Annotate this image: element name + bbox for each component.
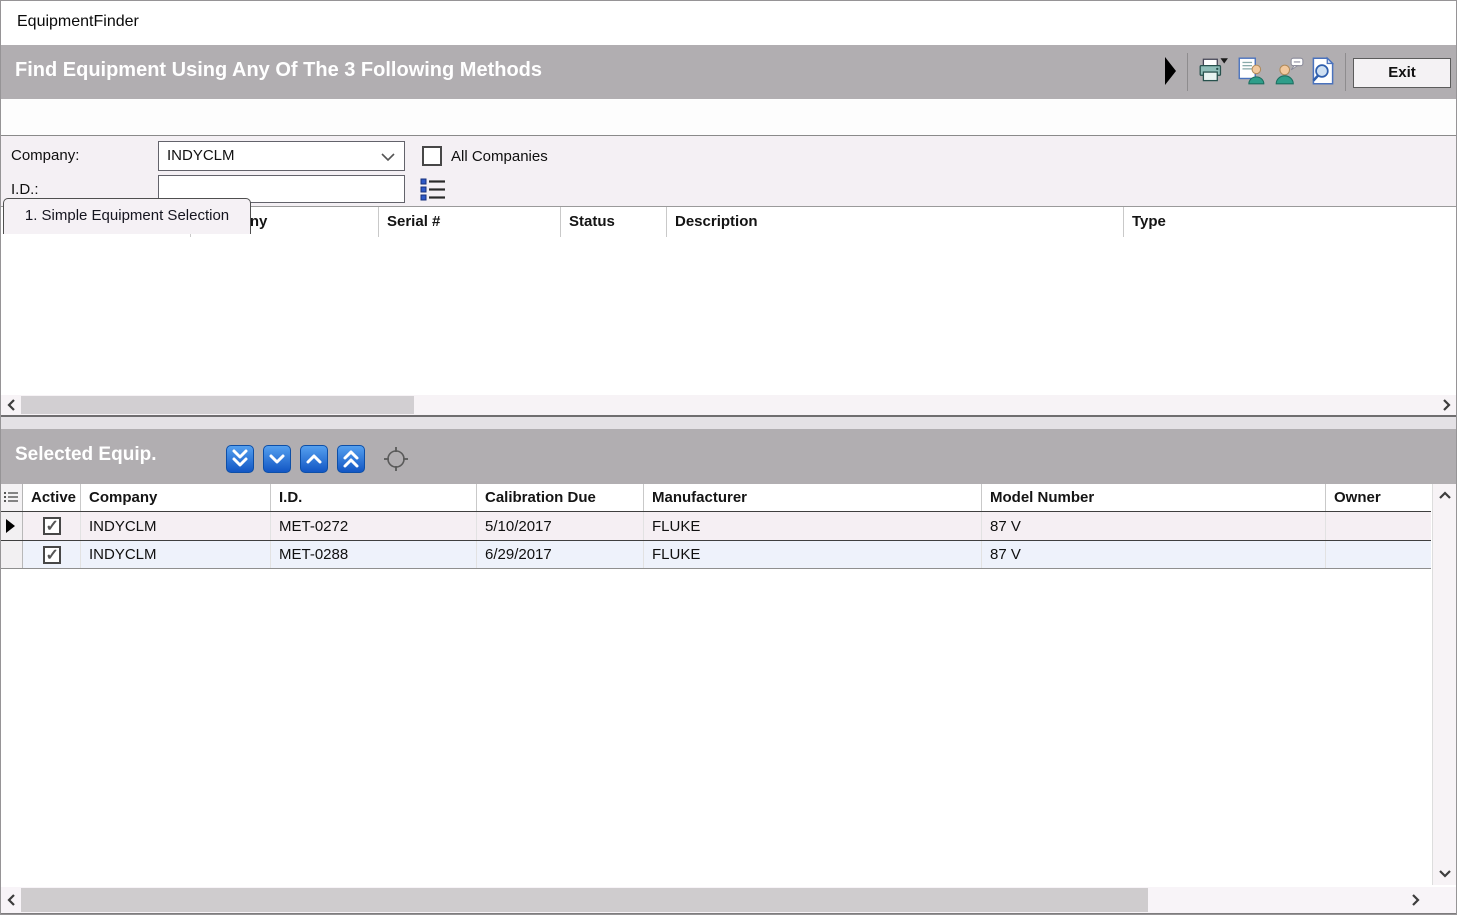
all-companies-checkbox[interactable] (422, 146, 442, 166)
company-label: Company: (11, 147, 79, 164)
cell-manufacturer: FLUKE (644, 512, 982, 540)
crosshair-icon (383, 446, 409, 472)
move-all-down-button[interactable] (226, 445, 254, 473)
toolbar-separator (1345, 53, 1346, 91)
person-speech-icon (1273, 55, 1305, 87)
selected-column-manufacturer[interactable]: Manufacturer (644, 484, 982, 512)
equipment-finder-window: EquipmentFinder Find Equipment Using Any… (0, 0, 1457, 915)
person-query-button[interactable] (1273, 55, 1305, 89)
cell-owner (1326, 512, 1431, 540)
cell-owner (1326, 541, 1431, 568)
row-selector-header (1, 484, 23, 512)
double-chevron-up-icon (338, 446, 364, 472)
scroll-up-button[interactable] (1437, 488, 1453, 504)
selected-equip-bar: Selected Equip. (1, 429, 1456, 484)
chevron-down-icon (381, 153, 395, 162)
cell-manufacturer: FLUKE (644, 541, 982, 568)
chevron-up-icon (301, 446, 327, 472)
toolbar-separator (1187, 53, 1188, 91)
cell-company: INDYCLM (81, 541, 271, 568)
scroll-right-button[interactable] (1438, 397, 1454, 413)
active-checkbox[interactable] (43, 546, 61, 564)
cell-id: MET-0288 (271, 541, 477, 568)
scrollbar-corner (1429, 887, 1456, 913)
selected-column-calibration-due[interactable]: Calibration Due (477, 484, 644, 512)
results-column-type[interactable]: Type (1124, 207, 1456, 237)
row-selector-gutter[interactable] (1, 512, 23, 540)
table-row[interactable]: INDYCLM MET-0272 5/10/2017 FLUKE 87 V (1, 511, 1431, 541)
results-column-serial[interactable]: Serial # (379, 207, 561, 237)
results-column-status[interactable]: Status (561, 207, 667, 237)
move-down-button[interactable] (263, 445, 291, 473)
row-list-icon (4, 491, 18, 505)
cell-model-number: 87 V (982, 512, 1326, 540)
locate-button[interactable] (383, 446, 409, 472)
id-browse-button[interactable] (418, 175, 448, 203)
header-bar: Find Equipment Using Any Of The 3 Follow… (1, 45, 1456, 99)
hscroll-thumb[interactable] (21, 396, 414, 414)
results-grid-body (1, 237, 1456, 395)
tab-simple-equipment-selection[interactable]: 1. Simple Equipment Selection (3, 198, 251, 234)
exit-button[interactable]: Exit (1353, 58, 1451, 88)
print-button[interactable] (1197, 55, 1229, 89)
results-column-description[interactable]: Description (667, 207, 1124, 237)
cell-model-number: 87 V (982, 541, 1326, 568)
move-up-button[interactable] (300, 445, 328, 473)
all-companies-label: All Companies (451, 148, 548, 165)
hscroll-thumb[interactable] (21, 888, 1148, 912)
selected-hscrollbar[interactable] (1, 887, 1429, 913)
double-chevron-down-icon (227, 446, 253, 472)
bulleted-list-icon (420, 177, 446, 201)
selected-equip-title: Selected Equip. (15, 444, 156, 466)
simple-selection-panel: Company: INDYCLM All Companies I.D.: (1, 135, 1456, 207)
scroll-right-button[interactable] (1407, 892, 1423, 908)
cell-id: MET-0272 (271, 512, 477, 540)
move-all-up-button[interactable] (337, 445, 365, 473)
document-preview-button[interactable] (1307, 55, 1339, 89)
document-magnifier-icon (1307, 55, 1339, 87)
selected-column-model-number[interactable]: Model Number (982, 484, 1326, 512)
tab-strip: 1. Simple Equipment Selection 2. Advance… (1, 99, 1456, 136)
scroll-down-button[interactable] (1437, 865, 1453, 881)
window-title: EquipmentFinder (17, 13, 139, 31)
company-select-value: INDYCLM (167, 147, 235, 164)
table-row[interactable]: INDYCLM MET-0288 6/29/2017 FLUKE 87 V (1, 541, 1431, 569)
cell-calibration-due: 6/29/2017 (477, 541, 644, 568)
title-bar: EquipmentFinder (1, 1, 1456, 45)
selected-vscrollbar[interactable] (1432, 484, 1456, 885)
company-select[interactable]: INDYCLM (158, 141, 405, 171)
selected-column-owner[interactable]: Owner (1326, 484, 1431, 512)
person-report-button[interactable] (1235, 55, 1267, 89)
collapse-handle-icon[interactable] (1165, 57, 1176, 85)
page-title: Find Equipment Using Any Of The 3 Follow… (15, 59, 542, 82)
results-hscrollbar[interactable] (1, 395, 1456, 417)
printer-icon (1197, 55, 1229, 87)
cell-calibration-due: 5/10/2017 (477, 512, 644, 540)
current-row-marker (6, 519, 15, 533)
selected-column-company[interactable]: Company (81, 484, 271, 512)
id-label: I.D.: (11, 181, 39, 198)
selected-column-id[interactable]: I.D. (271, 484, 477, 512)
scroll-left-button[interactable] (4, 397, 20, 413)
row-selector-gutter[interactable] (1, 541, 23, 568)
cell-company: INDYCLM (81, 512, 271, 540)
scroll-left-button[interactable] (4, 892, 20, 908)
chevron-down-icon (264, 446, 290, 472)
active-checkbox[interactable] (43, 517, 61, 535)
selected-column-active[interactable]: Active (23, 484, 81, 512)
person-document-icon (1235, 55, 1267, 87)
section-divider (1, 417, 1456, 429)
